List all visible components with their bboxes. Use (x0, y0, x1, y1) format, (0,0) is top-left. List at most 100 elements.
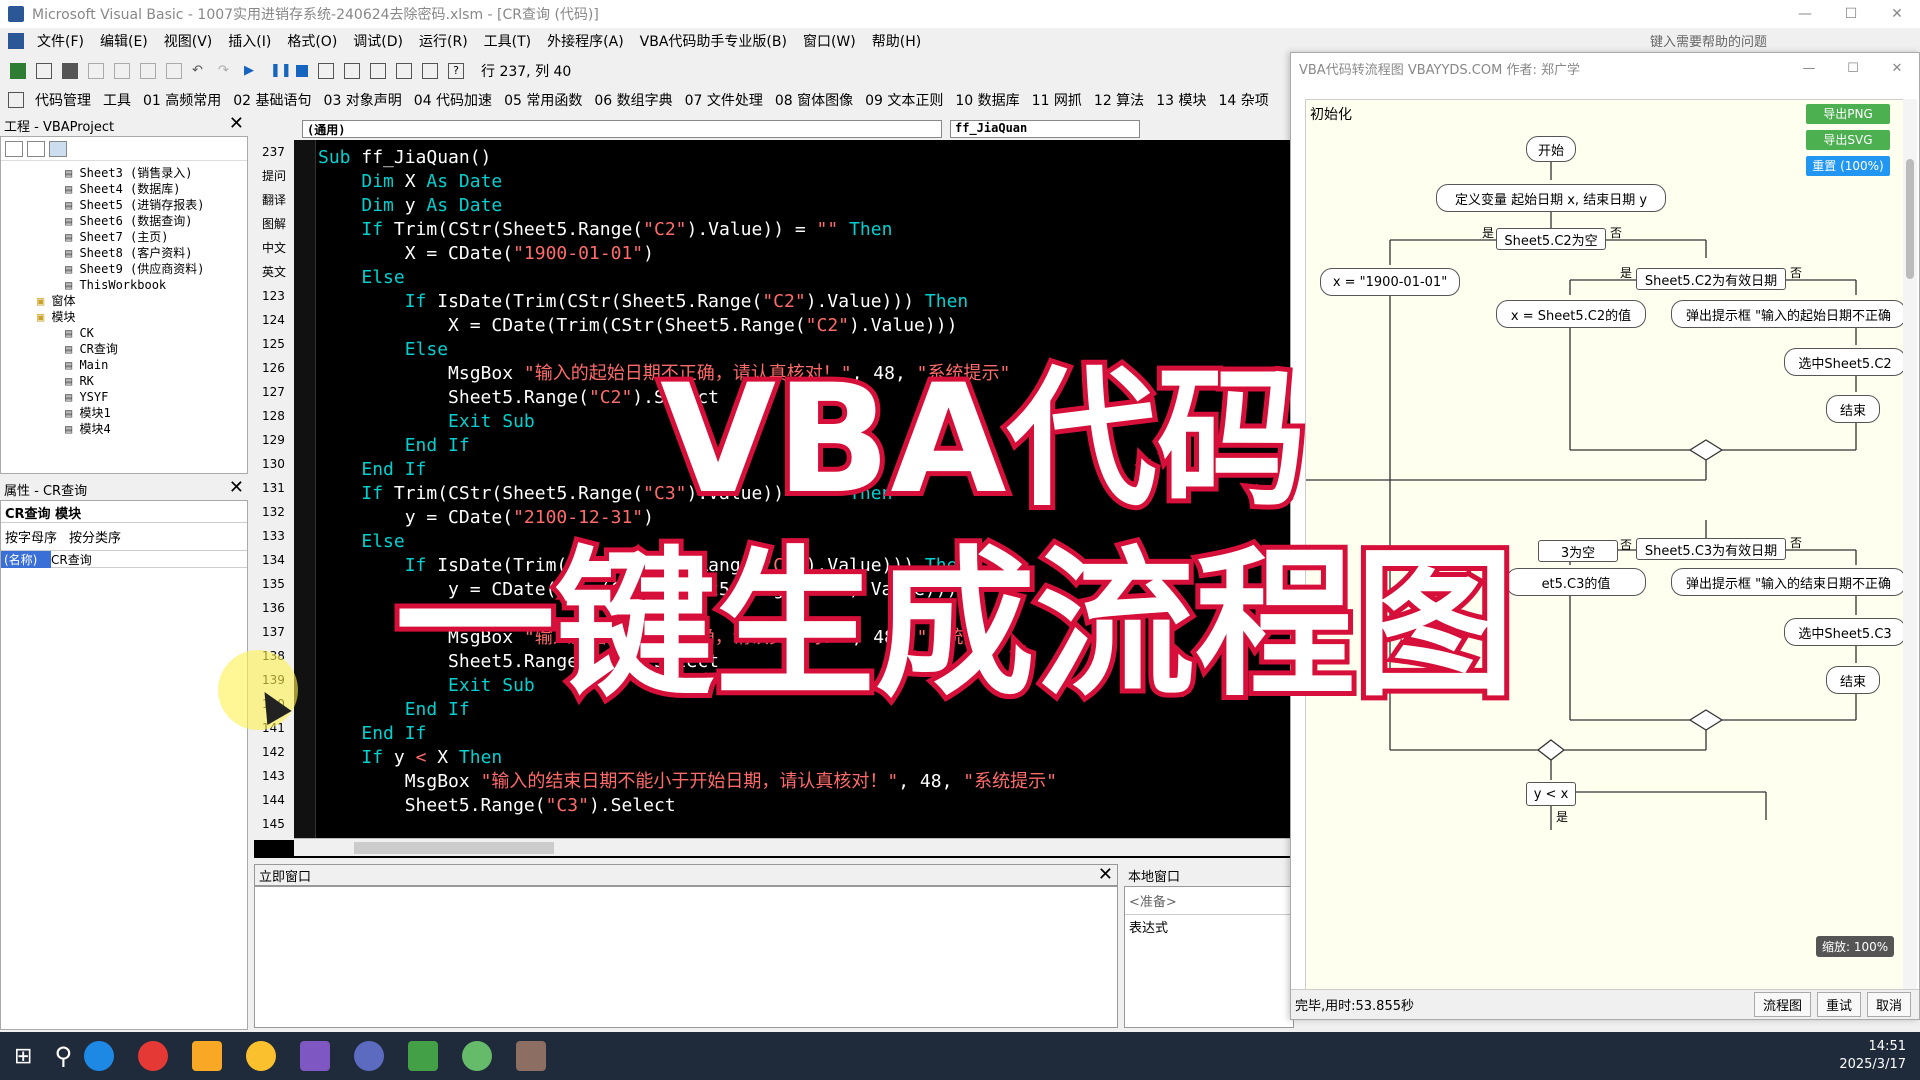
menu-debug[interactable]: 调试(D) (345, 31, 411, 51)
find-icon[interactable] (166, 63, 182, 79)
flow-decision-c3-empty[interactable]: 3为空 (1538, 540, 1618, 562)
object-browser-icon[interactable] (396, 63, 412, 79)
flow-node-end-2[interactable]: 结束 (1826, 666, 1880, 694)
tree-item[interactable]: ▤ CK (1, 325, 247, 341)
flow-decision-y-lt-x[interactable]: y < x (1526, 782, 1576, 806)
search-icon[interactable]: ⚲ (54, 1042, 72, 1070)
toolbar-item-13[interactable]: 13 模块 (1150, 90, 1212, 110)
toolbar-item-14[interactable]: 14 杂项 (1212, 90, 1274, 110)
help-icon[interactable]: ? (448, 63, 464, 79)
view-code-icon[interactable] (5, 140, 23, 157)
flow-decision-c3-valid[interactable]: Sheet5.C3为有效日期 (1636, 538, 1786, 560)
file-explorer-icon[interactable] (192, 1041, 223, 1071)
visual-studio-icon[interactable] (300, 1041, 331, 1071)
tree-item[interactable]: ▣ 窗体 (1, 293, 247, 309)
toolbar-item-01[interactable]: 01 高频常用 (137, 90, 227, 110)
flow-decision-c2-empty[interactable]: Sheet5.C2为空 (1496, 228, 1606, 250)
menu-run[interactable]: 运行(R) (411, 31, 476, 51)
wps-sheet-icon[interactable] (408, 1041, 439, 1071)
flow-scroll-thumb[interactable] (1906, 159, 1914, 279)
toolbar-item-03[interactable]: 03 对象声明 (318, 90, 408, 110)
menu-help[interactable]: 帮助(H) (864, 31, 929, 51)
wechat-icon[interactable] (462, 1041, 493, 1071)
tree-item[interactable]: ▤ RK (1, 373, 247, 389)
toolbar-item-04[interactable]: 04 代码加速 (408, 90, 498, 110)
reset-icon[interactable] (296, 65, 308, 77)
menu-file[interactable]: 文件(F) (29, 31, 92, 51)
flow-vertical-scrollbar[interactable] (1903, 99, 1917, 1019)
toolbar-item-12[interactable]: 12 算法 (1088, 90, 1150, 110)
tree-item[interactable]: ▤ Sheet3 (销售录入) (1, 165, 247, 181)
run-icon[interactable]: ▶ (244, 63, 260, 79)
immediate-close-icon[interactable]: ✕ (1098, 866, 1113, 884)
excel-view-icon[interactable] (10, 63, 26, 79)
chrome-alt-icon[interactable] (246, 1041, 277, 1071)
project-explorer-icon[interactable] (344, 63, 360, 79)
toolbar-item-tools[interactable]: 工具 (97, 90, 137, 110)
close-button[interactable]: ✕ (1874, 6, 1920, 22)
tree-item[interactable]: ▤ Main (1, 357, 247, 373)
tree-item[interactable]: ▤ Sheet6 (数据查询) (1, 213, 247, 229)
flow-node-x-default[interactable]: x = "1900-01-01" (1320, 268, 1460, 296)
immediate-window[interactable] (254, 886, 1118, 1028)
procedure-combo[interactable]: ff_JiaQuan (950, 120, 1140, 138)
flowchart-button[interactable]: 流程图 (1753, 992, 1811, 1017)
redo-icon[interactable]: ↷ (218, 63, 234, 79)
toolbar-item-10[interactable]: 10 数据库 (949, 90, 1025, 110)
property-row-name[interactable]: (名称) CR查询 (1, 550, 247, 568)
tab-categorized[interactable]: 按分类序 (69, 527, 121, 546)
properties-object-select[interactable]: CR查询 模块 (1, 501, 247, 523)
properties-icon[interactable] (370, 63, 386, 79)
code-editor[interactable]: Sub ff_JiaQuan() Dim X As Date Dim y As … (318, 146, 1288, 836)
system-clock[interactable]: 14:51 2025/3/17 (1839, 1038, 1906, 1074)
toolbar-item-08[interactable]: 08 窗体图像 (769, 90, 859, 110)
flow-minimize-button[interactable]: — (1787, 61, 1831, 76)
edge-browser-icon[interactable] (84, 1041, 115, 1071)
flow-node-start[interactable]: 开始 (1526, 136, 1576, 162)
vba-taskbar-icon[interactable] (516, 1041, 547, 1071)
flow-maximize-button[interactable]: ☐ (1831, 61, 1875, 76)
tree-item[interactable]: ▤ Sheet5 (进销存报表) (1, 197, 247, 213)
windows-start-icon[interactable]: ⊞ (14, 1044, 32, 1069)
toolbar-item-02[interactable]: 02 基础语句 (227, 90, 317, 110)
menu-vba-helper[interactable]: VBA代码助手专业版(B) (632, 31, 795, 51)
tab-alphabetic[interactable]: 按字母序 (5, 527, 57, 546)
insert-module-icon[interactable] (36, 63, 52, 79)
menu-window[interactable]: 窗口(W) (795, 31, 864, 51)
flow-node-declare[interactable]: 定义变量 起始日期 x, 结束日期 y (1436, 184, 1666, 212)
cut-icon[interactable] (88, 63, 104, 79)
tree-item[interactable]: ▤ Sheet8 (客户资料) (1, 245, 247, 261)
flow-node-x-c2[interactable]: x = Sheet5.C2的值 (1496, 300, 1646, 328)
design-mode-icon[interactable] (318, 63, 334, 79)
scroll-thumb[interactable] (354, 842, 554, 854)
toolbox-icon[interactable] (422, 63, 438, 79)
app-icon[interactable] (354, 1041, 385, 1071)
break-icon[interactable]: ❚❚ (270, 63, 292, 79)
toolbar-item-code-manage[interactable]: 代码管理 (29, 90, 97, 110)
save-icon[interactable] (62, 63, 78, 79)
flowchart-canvas[interactable]: 初始化 导出PNG 导出SVG 重置 (100%) 开始 定义变量 起始日期 x… (1305, 99, 1905, 1019)
flow-node-select-c2[interactable]: 选中Sheet5.C2 (1784, 348, 1904, 376)
tree-item[interactable]: ▤ Sheet7 (主页) (1, 229, 247, 245)
cancel-button[interactable]: 取消 (1866, 992, 1911, 1017)
code-horizontal-scrollbar[interactable] (294, 838, 1290, 856)
menu-insert[interactable]: 插入(I) (220, 31, 279, 51)
toolbar-item-07[interactable]: 07 文件处理 (679, 90, 769, 110)
minimize-button[interactable]: — (1782, 6, 1828, 22)
project-close-icon[interactable]: ✕ (229, 115, 244, 133)
flow-node-msgbox-start[interactable]: 弹出提示框 "输入的起始日期不正确 (1671, 300, 1904, 328)
toggle-folders-icon[interactable] (49, 140, 67, 157)
flow-node-y-c3[interactable]: et5.C3的值 (1506, 568, 1646, 596)
tree-item[interactable]: ▤ YSYF (1, 389, 247, 405)
toolbar-item-05[interactable]: 05 常用函数 (498, 90, 588, 110)
copy-icon[interactable] (114, 63, 130, 79)
flow-node-msgbox-end[interactable]: 弹出提示框 "输入的结束日期不正确 (1671, 568, 1904, 596)
tree-item[interactable]: ▤ Sheet9 (供应商资料) (1, 261, 247, 277)
tree-item[interactable]: ▤ 模块1 (1, 405, 247, 421)
menu-edit[interactable]: 编辑(E) (92, 31, 156, 51)
paste-icon[interactable] (140, 63, 156, 79)
tree-item[interactable]: ▤ ThisWorkbook (1, 277, 247, 293)
flow-node-end-1[interactable]: 结束 (1826, 395, 1880, 423)
menu-format[interactable]: 格式(O) (279, 31, 345, 51)
tree-item[interactable]: ▣ 模块 (1, 309, 247, 325)
